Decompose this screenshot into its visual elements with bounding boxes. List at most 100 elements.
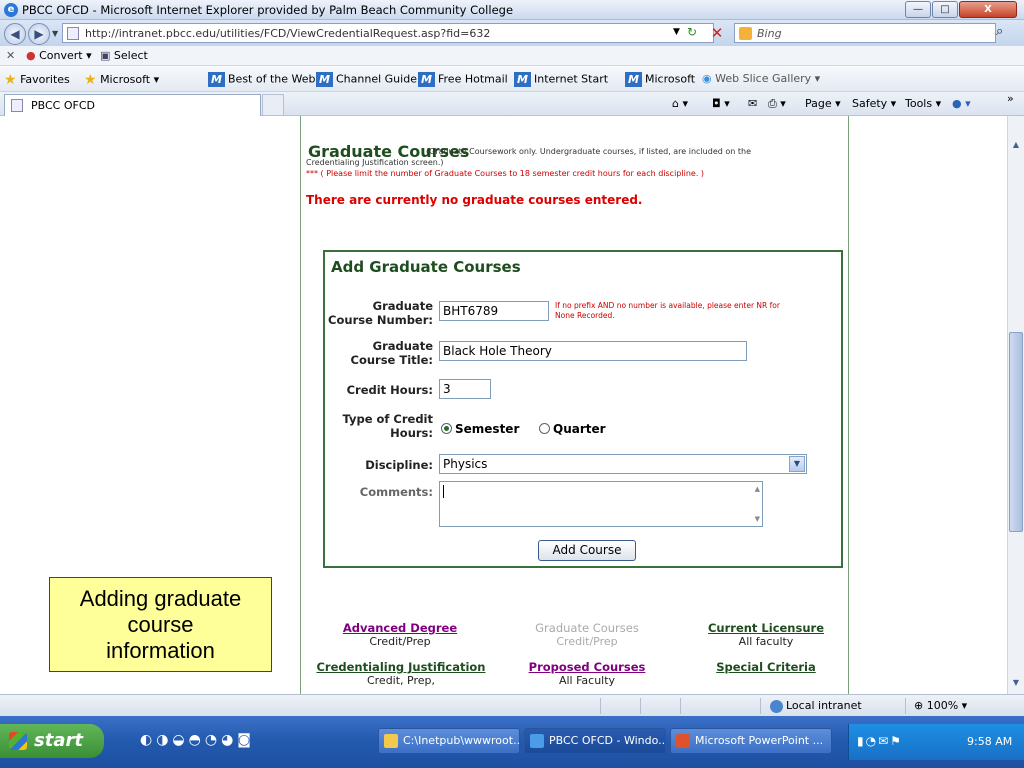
favorites-item-internet-start[interactable]: M Internet Start bbox=[514, 72, 608, 87]
add-favorite-icon: ★ bbox=[84, 72, 97, 88]
nav-advanced-degree[interactable]: Advanced Degree Credit/Prep bbox=[330, 621, 470, 648]
page-menu[interactable]: Page ▾ bbox=[805, 97, 841, 110]
course-title-label: Graduate Course Title: bbox=[350, 339, 433, 367]
minimize-button[interactable]: — bbox=[905, 1, 931, 18]
window-title-bar[interactable]: e PBCC OFCD - Microsoft Internet Explore… bbox=[0, 0, 1024, 20]
radio-checked-icon[interactable] bbox=[441, 423, 452, 434]
safety-menu[interactable]: Safety ▾ bbox=[852, 97, 896, 110]
favorites-star-icon: ★ bbox=[4, 72, 17, 88]
msn-icon: M bbox=[316, 72, 333, 87]
taskbar-item-powerpoint[interactable]: Microsoft PowerPoint ... bbox=[670, 728, 832, 754]
add-course-button[interactable]: Add Course bbox=[538, 540, 636, 561]
radio-quarter[interactable]: Quarter bbox=[539, 422, 606, 436]
msn-icon: M bbox=[418, 72, 435, 87]
favorites-item-web-slice-gallery[interactable]: ◉ Web Slice Gallery ▾ bbox=[702, 72, 820, 85]
limit-note: *** ( Please limit the number of Graduat… bbox=[306, 169, 705, 178]
no-courses-message: There are currently no graduate courses … bbox=[306, 193, 643, 207]
radio-semester[interactable]: Semester bbox=[441, 422, 519, 436]
section-note: (Graduate Coursework only. Undergraduate… bbox=[426, 147, 751, 156]
annotation-callout: Adding graduate course information bbox=[49, 577, 272, 672]
window-title: PBCC OFCD - Microsoft Internet Explorer … bbox=[22, 3, 514, 17]
new-tab-button[interactable] bbox=[262, 94, 284, 116]
form-title: Add Graduate Courses bbox=[331, 258, 521, 276]
print-icon[interactable]: ⎙ ▾ bbox=[768, 97, 786, 111]
scroll-up-icon[interactable]: ▲ bbox=[755, 485, 760, 493]
address-bar[interactable]: http://intranet.pbcc.edu/utilities/FCD/V… bbox=[62, 23, 714, 43]
radio-unchecked-icon[interactable] bbox=[539, 423, 550, 434]
powerpoint-icon bbox=[676, 734, 690, 748]
nav-special-criteria[interactable]: Special Criteria bbox=[696, 660, 836, 674]
status-divider bbox=[600, 698, 601, 714]
scroll-down-icon[interactable]: ▼ bbox=[1009, 678, 1023, 692]
course-title-input[interactable]: Black Hole Theory bbox=[439, 341, 747, 361]
taskbar-item-ie[interactable]: PBCC OFCD - Windo... bbox=[524, 728, 666, 754]
address-toolbar: ◀ ▶ ▼ http://intranet.pbcc.edu/utilities… bbox=[0, 20, 1024, 46]
stop-icon[interactable]: ✕ bbox=[708, 24, 726, 42]
nav-current-licensure[interactable]: Current Licensure All faculty bbox=[696, 621, 836, 648]
status-divider bbox=[905, 698, 906, 714]
discipline-select[interactable]: Physics ▼ bbox=[439, 454, 807, 474]
select-button[interactable]: ▣ Select bbox=[100, 49, 148, 62]
search-icon[interactable]: ⌕ bbox=[996, 24, 1003, 39]
address-dropdown-icon[interactable]: ▼ bbox=[673, 27, 680, 37]
feeds-icon[interactable]: ◘ ▾ bbox=[712, 97, 730, 110]
credit-hours-label: Credit Hours: bbox=[346, 383, 433, 397]
page-icon bbox=[11, 99, 23, 112]
tools-menu[interactable]: Tools ▾ bbox=[905, 97, 941, 110]
credit-type-label: Type of Credit Hours: bbox=[342, 412, 433, 440]
select-icon: ▣ bbox=[100, 49, 111, 62]
web-slice-icon: ◉ bbox=[702, 72, 712, 85]
favorites-bar: ★ Favorites ★ Microsoft ▾ M Best of the W… bbox=[0, 66, 1024, 92]
help-icon[interactable]: ● ▾ bbox=[952, 97, 971, 110]
refresh-icon[interactable]: ↻ bbox=[687, 25, 697, 39]
favorites-item-free-hotmail[interactable]: M Free Hotmail bbox=[418, 72, 508, 87]
taskbar-item-explorer[interactable]: C:\Inetpub\wwwroot... bbox=[378, 728, 520, 754]
security-zone[interactable]: Local intranet bbox=[770, 699, 862, 713]
msn-icon: M bbox=[514, 72, 531, 87]
course-number-input[interactable]: BHT6789 bbox=[439, 301, 549, 321]
scroll-down-icon[interactable]: ▼ bbox=[755, 515, 760, 523]
tab-pbcc-ofcd[interactable]: PBCC OFCD bbox=[4, 94, 261, 116]
recent-pages-dropdown-icon[interactable]: ▼ bbox=[52, 29, 58, 38]
scroll-up-icon[interactable]: ▲ bbox=[1009, 140, 1023, 154]
discipline-label: Discipline: bbox=[365, 458, 433, 472]
quick-launch-icons[interactable]: ◐◑◒◓◔◕◙ bbox=[140, 732, 255, 748]
search-placeholder[interactable]: Bing bbox=[757, 27, 782, 40]
internet-explorer-icon bbox=[530, 734, 544, 748]
comments-textarea[interactable]: ▲ ▼ bbox=[439, 481, 763, 527]
close-window-button[interactable]: X bbox=[959, 1, 1017, 18]
forward-button[interactable]: ▶ bbox=[28, 23, 50, 45]
maximize-button[interactable]: □ bbox=[932, 1, 958, 18]
zoom-level[interactable]: ⊕ 100% ▾ bbox=[914, 699, 967, 712]
back-button[interactable]: ◀ bbox=[4, 23, 26, 45]
clock[interactable]: 9:58 AM bbox=[967, 735, 1012, 748]
page-scrollbar[interactable]: ▲ ▼ bbox=[1007, 116, 1024, 694]
mail-icon[interactable]: ✉ bbox=[748, 97, 757, 110]
close-toolbar-icon[interactable]: ✕ bbox=[6, 49, 15, 62]
nav-credentialing-justification[interactable]: Credentialing Justification Credit, Prep… bbox=[316, 660, 486, 687]
favorites-item-best-of-web[interactable]: M Best of the Web bbox=[208, 72, 315, 87]
chevron-down-icon[interactable]: ▼ bbox=[789, 456, 805, 472]
search-box[interactable]: Bing bbox=[734, 23, 996, 43]
start-button[interactable]: start bbox=[0, 724, 104, 758]
windows-taskbar: start ◐◑◒◓◔◕◙ C:\Inetpub\wwwroot... PBCC… bbox=[0, 716, 1024, 768]
convert-button[interactable]: ● Convert ▾ bbox=[26, 49, 92, 62]
tab-label: PBCC OFCD bbox=[31, 99, 95, 112]
credit-hours-input[interactable]: 3 bbox=[439, 379, 491, 399]
divider-left bbox=[300, 116, 301, 694]
chevron-more-icon[interactable]: » bbox=[1007, 92, 1014, 105]
home-icon[interactable]: ⌂ ▾ bbox=[672, 97, 688, 110]
scrollbar-thumb[interactable] bbox=[1009, 332, 1023, 532]
address-url[interactable]: http://intranet.pbcc.edu/utilities/FCD/V… bbox=[85, 27, 490, 40]
convert-toolbar: ✕ ● Convert ▾ ▣ Select bbox=[0, 46, 1024, 66]
favorites-item-channel-guide[interactable]: M Channel Guide bbox=[316, 72, 417, 87]
windows-flag-icon bbox=[9, 732, 27, 750]
discipline-selected-value: Physics bbox=[443, 457, 488, 471]
favorites-button[interactable]: ★ Favorites bbox=[4, 72, 70, 88]
nav-proposed-courses[interactable]: Proposed Courses All Faculty bbox=[512, 660, 662, 687]
favorites-item-microsoft-2[interactable]: M Microsoft bbox=[625, 72, 695, 87]
status-divider bbox=[680, 698, 681, 714]
tray-icons[interactable]: ▮◔✉⚑ bbox=[857, 734, 903, 748]
system-tray: ▮◔✉⚑ 9:58 AM bbox=[848, 724, 1024, 760]
favorites-item-microsoft[interactable]: ★ Microsoft ▾ bbox=[84, 72, 159, 88]
